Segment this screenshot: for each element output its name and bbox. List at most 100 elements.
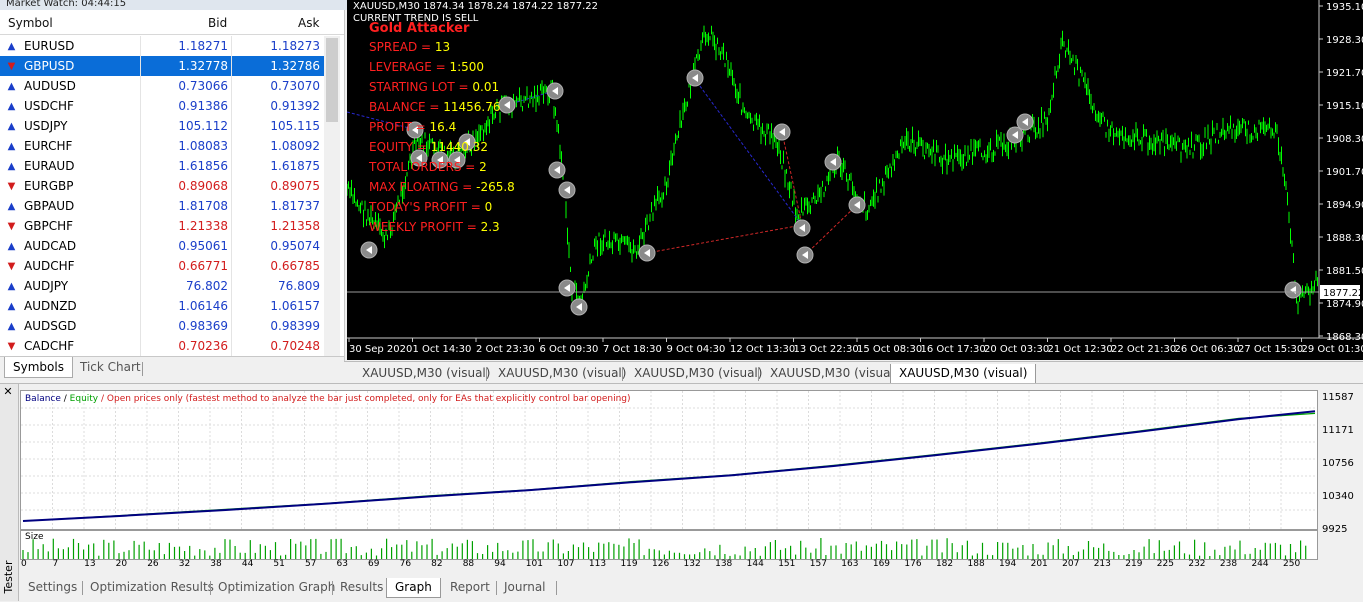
market-watch-row[interactable]: ▲AUDCAD0.950610.95074 <box>0 236 338 256</box>
row-ask: 1.81737 <box>230 196 320 216</box>
market-watch-row[interactable]: ▲AUDNZD1.061461.06157 <box>0 296 338 316</box>
chart-tab-1[interactable]: XAUUSD,M30 (visual) <box>362 364 490 383</box>
column-symbol[interactable]: Symbol <box>8 12 53 34</box>
tab-journal[interactable]: Journal <box>504 578 546 597</box>
time-tick-label: 21 Oct 12:30 <box>1048 344 1113 355</box>
tab-settings[interactable]: Settings <box>28 578 77 597</box>
trade-marker-icon[interactable] <box>794 220 810 236</box>
price-tick-label: 1915.10 <box>1326 101 1363 112</box>
size-x-tick-label: 201 <box>1031 559 1048 569</box>
trade-marker-icon[interactable] <box>361 242 377 258</box>
size-x-tick-label: 101 <box>526 559 543 569</box>
trade-marker-icon[interactable] <box>687 70 703 86</box>
trade-marker-icon[interactable] <box>559 182 575 198</box>
market-watch-row[interactable]: ▲AUDSGD0.983690.98399 <box>0 316 338 336</box>
trade-marker-icon[interactable] <box>1007 127 1023 143</box>
tab-separator <box>486 367 487 381</box>
size-x-tick-label: 250 <box>1283 559 1300 569</box>
trade-marker-icon[interactable] <box>825 154 841 170</box>
market-watch-row[interactable]: ▼GBPUSD1.327781.32786 <box>0 56 338 76</box>
size-x-tick-label: 13 <box>84 559 95 569</box>
chart-tab-5[interactable]: XAUUSD,M30 (visual) <box>890 364 1036 384</box>
trade-marker-icon[interactable] <box>639 245 655 261</box>
close-icon[interactable]: ✕ <box>2 386 14 398</box>
trade-marker-icon[interactable] <box>797 247 813 263</box>
size-x-tick-label: 20 <box>116 559 127 569</box>
row-bid: 1.18271 <box>138 36 228 56</box>
ea-info-line: TODAY'S PROFIT = 0 <box>369 200 492 214</box>
size-histogram: Size <box>20 530 1318 560</box>
trade-marker-icon[interactable] <box>849 197 865 213</box>
arrow-down-icon: ▼ <box>6 61 17 72</box>
arrow-up-icon: ▲ <box>6 281 17 292</box>
trade-marker-icon[interactable] <box>1285 282 1301 298</box>
row-symbol: EURCHF <box>24 136 72 156</box>
chart-tab-3[interactable]: XAUUSD,M30 (visual) <box>634 364 762 383</box>
ea-info-label: SPREAD = <box>369 40 435 54</box>
ea-info-line: PROFIT = 16.4 <box>369 120 456 134</box>
tab-optimization-results[interactable]: Optimization Results <box>90 578 214 597</box>
ea-info-line: EQUITY = 11440.32 <box>369 140 488 154</box>
trade-connector-line <box>694 78 802 225</box>
tab-graph[interactable]: Graph <box>386 578 441 598</box>
market-watch-row[interactable]: ▲USDCHF0.913860.91392 <box>0 96 338 116</box>
size-x-tick-label: 69 <box>368 559 379 569</box>
trade-marker-icon[interactable] <box>1017 114 1033 130</box>
size-x-tick-label: 163 <box>841 559 858 569</box>
row-ask: 0.95074 <box>230 236 320 256</box>
trade-marker-icon[interactable] <box>499 97 515 113</box>
balance-equity-graph[interactable]: Balance / Equity / Open prices only (fas… <box>20 390 1318 530</box>
ea-info-line: SPREAD = 13 <box>369 40 450 54</box>
column-bid[interactable]: Bid <box>208 12 227 34</box>
chart-tab-4[interactable]: XAUUSD,M30 (visual) <box>770 364 898 383</box>
tab-symbols[interactable]: Symbols <box>4 357 73 378</box>
row-ask: 0.91392 <box>230 96 320 116</box>
row-symbol: CADCHF <box>24 336 74 356</box>
tab-separator <box>142 362 143 376</box>
size-x-tick-label: 232 <box>1188 559 1205 569</box>
tab-separator <box>496 581 497 595</box>
trade-marker-icon[interactable] <box>559 280 575 296</box>
trade-marker-icon[interactable] <box>547 83 563 99</box>
market-watch-row[interactable]: ▲EURCHF1.080831.08092 <box>0 136 338 156</box>
size-x-tick-label: 57 <box>305 559 316 569</box>
market-watch-row[interactable]: ▼EURGBP0.890680.89075 <box>0 176 338 196</box>
column-ask[interactable]: Ask <box>298 12 319 34</box>
market-watch-scroll-thumb[interactable] <box>326 38 338 122</box>
market-watch-row[interactable]: ▲AUDUSD0.730660.73070 <box>0 76 338 96</box>
market-watch-row[interactable]: ▲GBPAUD1.817081.81737 <box>0 196 338 216</box>
row-bid: 0.66771 <box>138 256 228 276</box>
market-watch-row[interactable]: ▲EURUSD1.182711.18273 <box>0 36 338 56</box>
tester-tabs: Settings Optimization Results Optimizati… <box>20 576 1363 601</box>
row-ask: 0.98399 <box>230 316 320 336</box>
chart-tab-2[interactable]: XAUUSD,M30 (visual) <box>498 364 626 383</box>
arrow-down-icon: ▼ <box>6 341 17 352</box>
graph-y-tick-label: 10340 <box>1322 491 1354 502</box>
market-watch-row[interactable]: ▲USDJPY105.112105.115 <box>0 116 338 136</box>
arrow-up-icon: ▲ <box>6 41 17 52</box>
market-watch-row[interactable]: ▲AUDJPY76.80276.809 <box>0 276 338 296</box>
trade-marker-icon[interactable] <box>774 124 790 140</box>
time-tick-label: 7 Oct 18:30 <box>603 344 662 355</box>
size-x-tick-label: 207 <box>1062 559 1079 569</box>
ea-info-value: 1:500 <box>449 60 484 74</box>
trade-marker-icon[interactable] <box>549 162 565 178</box>
market-watch-row[interactable]: ▼AUDCHF0.667710.66785 <box>0 256 338 276</box>
row-bid: 76.802 <box>138 276 228 296</box>
size-x-tick-label: 76 <box>400 559 411 569</box>
ea-info-value: -265.8 <box>476 180 515 194</box>
market-watch-row[interactable]: ▼GBPCHF1.213381.21358 <box>0 216 338 236</box>
tab-optimization-graph[interactable]: Optimization Graph <box>218 578 335 597</box>
tab-report[interactable]: Report <box>450 578 490 597</box>
trade-marker-icon[interactable] <box>571 299 587 315</box>
price-chart[interactable]: 1935.101928.301921.701915.101908.301901.… <box>347 0 1363 360</box>
row-ask: 1.08092 <box>230 136 320 156</box>
tab-separator <box>82 581 83 595</box>
graph-y-tick-label: 10756 <box>1322 458 1354 469</box>
market-watch-tabs: Symbols Tick Chart <box>0 356 344 381</box>
market-watch-row[interactable]: ▼CADCHF0.702360.70248 <box>0 336 338 356</box>
tab-tick-chart[interactable]: Tick Chart <box>72 357 149 377</box>
time-tick-label: 6 Oct 09:30 <box>540 344 599 355</box>
tab-results[interactable]: Results <box>340 578 383 597</box>
market-watch-row[interactable]: ▲EURAUD1.618561.61875 <box>0 156 338 176</box>
